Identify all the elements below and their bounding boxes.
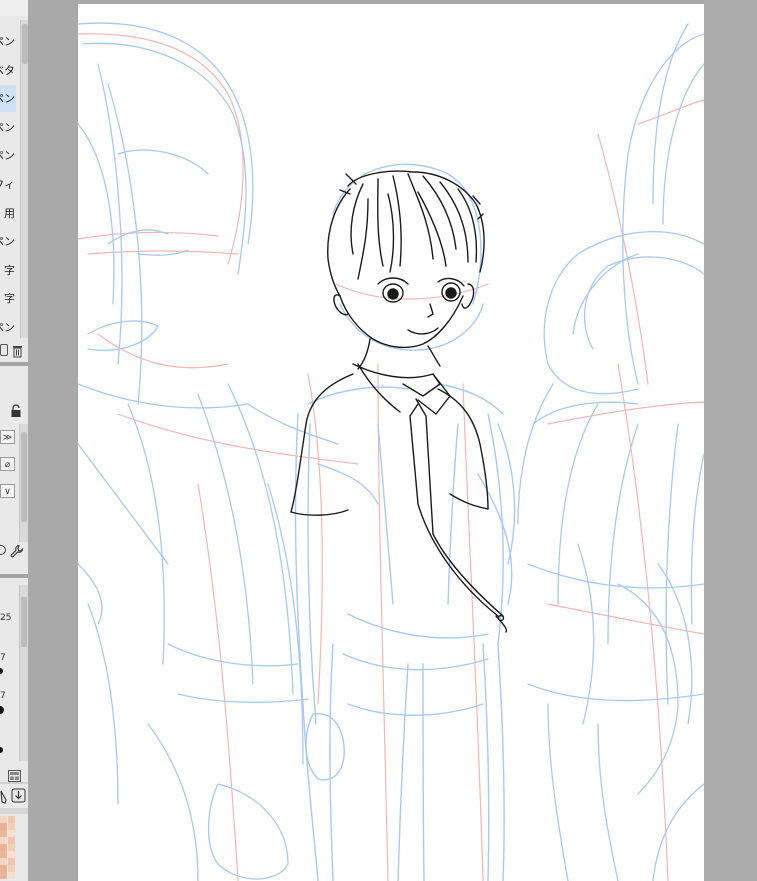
color-swatch[interactable]: [8, 823, 15, 830]
right-figure-sketch: [517, 23, 704, 881]
center-figure-sketch: [294, 163, 516, 881]
workspace-margin: [704, 0, 757, 881]
brush-list-item-label: フィ: [0, 178, 15, 191]
color-swatch[interactable]: [0, 844, 7, 851]
left-figure-sketch: [78, 22, 379, 881]
brush-list-item-label: 字: [4, 292, 15, 306]
color-swatch[interactable]: [8, 851, 15, 858]
brush-list-item-label: ペン: [0, 120, 15, 134]
no-entry-icon[interactable]: ⌀: [0, 457, 15, 471]
brush-size-value[interactable]: 25: [0, 613, 11, 623]
brush-size-dot[interactable]: [0, 668, 3, 674]
panel-divider: [0, 362, 28, 366]
pen-tool-icon[interactable]: [0, 789, 8, 804]
layout-icon[interactable]: [8, 767, 21, 782]
scrollbar-thumb[interactable]: [21, 597, 27, 647]
color-swatch[interactable]: [0, 851, 7, 858]
brush-list-item-label: ペン: [0, 235, 15, 249]
brush-list-item-label: 字: [4, 263, 15, 277]
brush-size-dot[interactable]: [0, 747, 3, 753]
double-chevron-down-icon[interactable]: ≫: [0, 430, 15, 444]
color-swatch[interactable]: [0, 858, 7, 865]
brush-size-value[interactable]: 7: [0, 653, 6, 663]
panel-divider: [0, 808, 28, 814]
color-swatch[interactable]: [0, 837, 7, 844]
brush-list-item-label: 用: [4, 206, 15, 220]
brush-size-value[interactable]: 7: [0, 691, 6, 701]
panel-divider: [0, 574, 28, 578]
brush-list-item-label: ペン: [0, 92, 15, 106]
color-swatch[interactable]: [0, 865, 7, 872]
color-swatch[interactable]: [8, 830, 15, 837]
color-swatch[interactable]: [0, 830, 7, 837]
property-scrollbar[interactable]: [19, 424, 28, 542]
circle-icon[interactable]: [0, 545, 6, 555]
trash-icon[interactable]: [12, 343, 23, 358]
brush-list-item[interactable]: ペン: [0, 85, 16, 113]
brush-list-item[interactable]: ペン: [0, 114, 16, 141]
brush-list-item[interactable]: フィ: [0, 171, 16, 198]
color-palette: [0, 816, 16, 881]
color-swatch[interactable]: [8, 816, 15, 823]
brush-list-item-label: ペン: [0, 321, 15, 334]
brush-list-item[interactable]: ペン: [0, 314, 16, 341]
brush-list-item[interactable]: ペン: [0, 28, 16, 55]
red-guidelines: [78, 33, 704, 881]
brush-list-item[interactable]: ペン: [0, 228, 16, 255]
chevron-down-icon[interactable]: ∨: [0, 484, 15, 498]
brush-list-item-label: ペン: [0, 35, 15, 48]
brush-size-dot[interactable]: [0, 706, 4, 714]
color-swatch[interactable]: [8, 865, 15, 872]
left-panel-strip: ペンベタペンペンペンフィ用ペン字字ペン ≫ ⌀ ∨ 25 7 7: [0, 0, 28, 881]
color-swatch[interactable]: [8, 872, 15, 879]
panel-header: [0, 0, 28, 16]
size-scrollbar[interactable]: [19, 585, 28, 761]
brush-list-item[interactable]: 字: [0, 257, 16, 284]
drawing-canvas[interactable]: [78, 4, 704, 881]
color-swatch[interactable]: [8, 844, 15, 851]
brush-list-scrollbar[interactable]: [20, 20, 28, 338]
brush-list-item[interactable]: 字: [0, 285, 16, 312]
boy-lineart: [290, 170, 508, 633]
scrollbar-thumb[interactable]: [22, 24, 28, 64]
color-swatch[interactable]: [0, 816, 7, 823]
color-swatch[interactable]: [8, 837, 15, 844]
brush-list-item[interactable]: ベタ: [0, 57, 16, 84]
brush-list-item-label: ベタ: [0, 63, 15, 77]
panel-divider: [0, 782, 28, 784]
scrollbar-thumb[interactable]: [21, 432, 27, 522]
color-swatch[interactable]: [8, 858, 15, 865]
lock-icon[interactable]: [10, 403, 22, 417]
copy-icon[interactable]: [0, 344, 8, 356]
color-swatch[interactable]: [0, 823, 7, 830]
wrench-icon[interactable]: [10, 543, 24, 558]
brush-list-item[interactable]: 用: [0, 200, 16, 227]
brush-list-item[interactable]: ペン: [0, 142, 16, 169]
brush-list-item-label: ペン: [0, 149, 15, 163]
import-icon[interactable]: [11, 788, 26, 803]
color-swatch[interactable]: [0, 872, 7, 879]
sketch-artwork: [78, 22, 704, 881]
